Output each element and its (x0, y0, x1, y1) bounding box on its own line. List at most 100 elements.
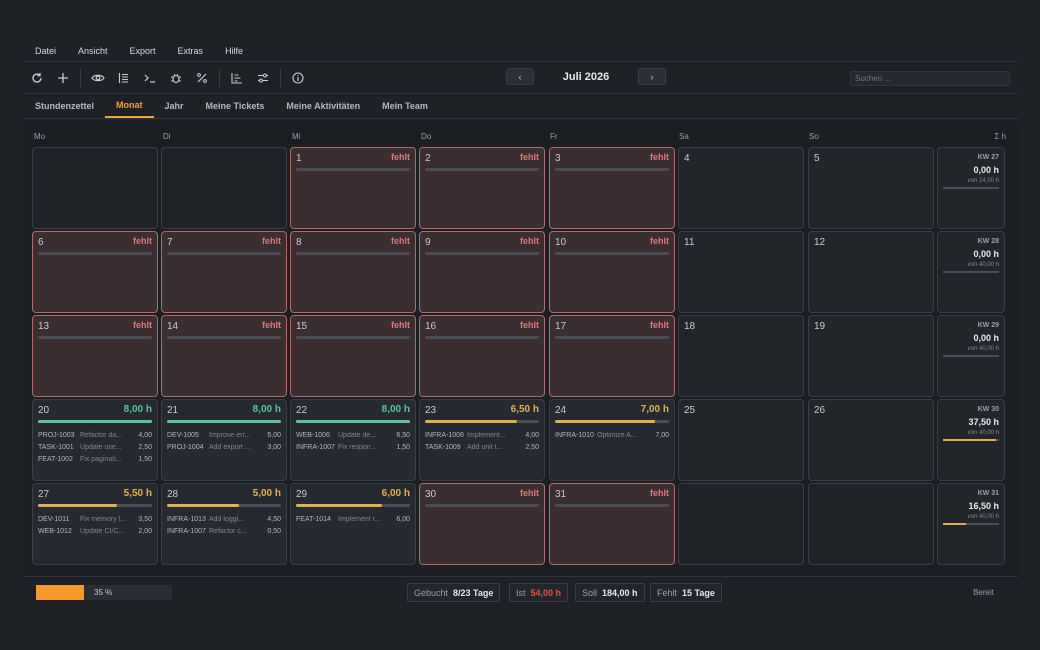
time-entries: INFRA-1010 Optimize A... 7,00 (555, 430, 669, 442)
menu-hilfe[interactable]: Hilfe (214, 46, 254, 56)
calendar-day-cell[interactable]: 11 (678, 231, 804, 313)
ticket-description: Add export ... (209, 444, 251, 451)
calendar-day-cell[interactable]: 25 (678, 399, 804, 481)
day-progress-bar (38, 252, 152, 255)
time-entry[interactable]: INFRA-1007 Refactor c... 0,50 (167, 526, 281, 538)
calendar-day-cell[interactable]: 22 8,00 h WEB-1006 Update de... 6,50 INFRA-10… (290, 399, 416, 481)
ist-label: Ist (516, 587, 526, 598)
calendar-day-cell[interactable]: 21 8,00 h DEV-1005 Improve err... 5,00 PROJ-1… (161, 399, 287, 481)
percent-icon[interactable] (189, 67, 215, 89)
calendar-day-cell[interactable]: 10 fehlt (549, 231, 675, 313)
week-progress-fill (943, 439, 996, 441)
calendar-day-cell[interactable]: 27 5,50 h DEV-1011 Fix memory l... 3,50 WEB-1… (32, 483, 158, 565)
day-number: 24 (555, 405, 567, 416)
info-icon[interactable] (285, 67, 311, 89)
menu-datei[interactable]: Datei (24, 46, 67, 56)
calendar-day-cell[interactable]: 26 (808, 399, 934, 481)
calendar-day-cell[interactable]: 31 fehlt (549, 483, 675, 565)
next-month-button[interactable]: › (638, 68, 666, 85)
calendar-day-cell[interactable]: 30 fehlt (419, 483, 545, 565)
bug-icon[interactable] (163, 67, 189, 89)
calendar-day-cell[interactable]: 4 (678, 147, 804, 229)
refresh-icon[interactable] (24, 67, 50, 89)
search-input[interactable] (850, 71, 1010, 86)
calendar-day-cell[interactable]: 7 fehlt (161, 231, 287, 313)
ticket-id: DEV-1011 (38, 516, 70, 523)
calendar-day-cell[interactable]: 29 6,00 h FEAT-1014 Implement r... 6,00 (290, 483, 416, 565)
calendar-day-cell[interactable]: 24 7,00 h INFRA-1010 Optimize A... 7,00 (549, 399, 675, 481)
ticket-id: INFRA-1008 (425, 432, 464, 439)
time-entry[interactable]: DEV-1005 Improve err... 5,00 (167, 430, 281, 442)
day-number: 31 (555, 489, 567, 500)
day-progress-fill (38, 420, 152, 423)
time-entry[interactable]: PROJ-1004 Add export ... 3,00 (167, 442, 281, 454)
week-target: von 24,00 h (967, 178, 999, 184)
toolbar-separator (219, 68, 220, 87)
time-entry[interactable]: INFRA-1008 Implement... 4,00 (425, 430, 539, 442)
tab-meine-tickets[interactable]: Meine Tickets (195, 94, 276, 118)
day-progress-bar (167, 252, 281, 255)
weekday-header: Di (163, 132, 171, 141)
calendar-day-cell[interactable]: 12 (808, 231, 934, 313)
calendar-day-cell[interactable]: 3 fehlt (549, 147, 675, 229)
calendar-day-cell[interactable]: 1 fehlt (290, 147, 416, 229)
list-icon[interactable] (111, 67, 137, 89)
time-entry[interactable]: TASK-1001 Update use... 2,50 (38, 442, 152, 454)
calendar-day-cell[interactable]: 6 fehlt (32, 231, 158, 313)
time-entry[interactable]: TASK-1009 Add unit t... 2,50 (425, 442, 539, 454)
calendar-day-cell[interactable]: 20 8,00 h PROJ-1003 Refactor da... 4,00 TASK-… (32, 399, 158, 481)
calendar-day-cell[interactable]: 5 (808, 147, 934, 229)
time-entry[interactable]: WEB-1006 Update de... 6,50 (296, 430, 410, 442)
sliders-icon[interactable] (250, 67, 276, 89)
entry-hours: 7,00 (655, 432, 669, 439)
ticket-id: INFRA-1007 (167, 528, 206, 535)
prev-month-button[interactable]: ‹ (506, 68, 534, 85)
time-entry[interactable]: FEAT-1002 Fix paginati... 1,50 (38, 454, 152, 466)
weekday-header: Fr (550, 132, 558, 141)
terminal-icon[interactable] (137, 67, 163, 89)
calendar-day-cell[interactable]: 17 fehlt (549, 315, 675, 397)
menu-ansicht[interactable]: Ansicht (67, 46, 119, 56)
calendar-day-cell[interactable]: 14 fehlt (161, 315, 287, 397)
time-entry[interactable]: PROJ-1003 Refactor da... 4,00 (38, 430, 152, 442)
ticket-description: Fix memory l... (80, 516, 126, 523)
weekday-header: Mi (292, 132, 301, 141)
tab-meine-aktivitaeten[interactable]: Meine Aktivitäten (275, 94, 371, 118)
calendar-day-cell[interactable]: 15 fehlt (290, 315, 416, 397)
calendar-day-cell[interactable]: 23 6,50 h INFRA-1008 Implement... 4,00 TASK-1… (419, 399, 545, 481)
calendar-day-cell[interactable]: 19 (808, 315, 934, 397)
calendar-day-cell[interactable]: 2 fehlt (419, 147, 545, 229)
time-entry[interactable]: FEAT-1014 Implement r... 6,00 (296, 514, 410, 526)
calendar-day-cell[interactable]: 28 5,00 h INFRA-1013 Add loggi... 4,50 INFRA-… (161, 483, 287, 565)
tab-stundenzettel[interactable]: Stundenzettel (24, 94, 105, 118)
week-number: KW 27 (977, 154, 999, 161)
time-entry[interactable]: INFRA-1010 Optimize A... 7,00 (555, 430, 669, 442)
day-number: 7 (167, 237, 173, 248)
time-entry[interactable]: INFRA-1013 Add loggi... 4,50 (167, 514, 281, 526)
calendar-day-cell[interactable]: 16 fehlt (419, 315, 545, 397)
day-number: 3 (555, 153, 561, 164)
add-icon[interactable] (50, 67, 76, 89)
calendar-cell-empty (32, 147, 158, 229)
calendar-day-cell[interactable]: 9 fehlt (419, 231, 545, 313)
day-progress-bar (296, 252, 410, 255)
calendar-day-cell[interactable]: 13 fehlt (32, 315, 158, 397)
ist-summary: Ist 54,00 h (509, 583, 569, 602)
tab-mein-team[interactable]: Mein Team (371, 94, 439, 118)
eye-icon[interactable] (85, 67, 111, 89)
ticket-id: PROJ-1004 (167, 444, 204, 451)
calendar-day-cell[interactable]: 18 (678, 315, 804, 397)
day-hours: 5,50 h (123, 488, 152, 499)
soll-value: 184,00 h (602, 587, 638, 598)
menu-extras[interactable]: Extras (167, 46, 215, 56)
time-entry[interactable]: WEB-1012 Update CI/C... 2,00 (38, 526, 152, 538)
tab-jahr[interactable]: Jahr (154, 94, 195, 118)
tab-monat[interactable]: Monat (105, 94, 154, 118)
calendar-day-cell[interactable]: 8 fehlt (290, 231, 416, 313)
menu-export[interactable]: Export (119, 46, 167, 56)
week-total: 37,50 h (968, 417, 999, 427)
time-entry[interactable]: DEV-1011 Fix memory l... 3,50 (38, 514, 152, 526)
time-entry[interactable]: INFRA-1007 Fix respon... 1,50 (296, 442, 410, 454)
chart-icon[interactable] (224, 67, 250, 89)
week-progress-bar (943, 523, 999, 525)
